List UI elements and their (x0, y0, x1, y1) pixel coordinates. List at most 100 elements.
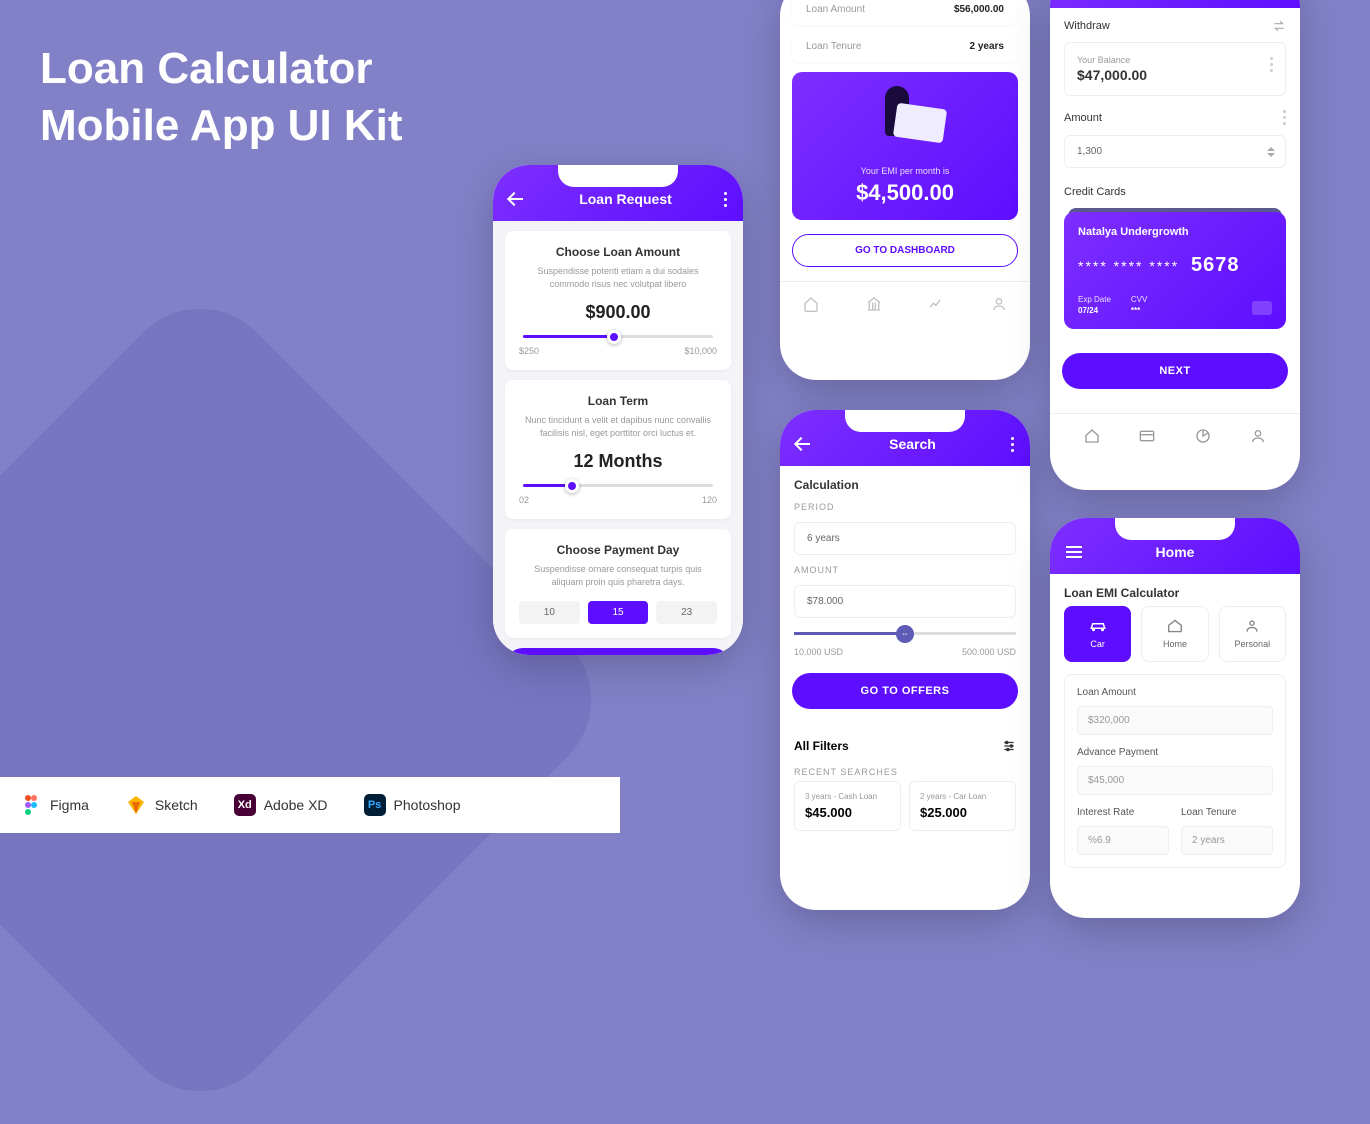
recent-item[interactable]: 2 years - Car Loan $25.000 (909, 781, 1016, 831)
figma-icon (20, 794, 42, 816)
header-title: Loan Request (527, 191, 724, 207)
screen-home: Home Loan EMI Calculator Car Home Person… (1050, 518, 1300, 918)
amount-input[interactable]: $78.000 (794, 585, 1016, 618)
home-icon (1166, 619, 1184, 633)
loan-form: Loan Amount $320,000 Advance Payment $45… (1064, 674, 1286, 868)
loan-amount-value: $56,000.00 (954, 4, 1004, 15)
advance-input[interactable]: $45,000 (1077, 766, 1273, 795)
payday-option[interactable]: 15 (588, 601, 649, 624)
section-title: Loan EMI Calculator (1050, 574, 1300, 606)
amount-more-icon[interactable] (1283, 110, 1286, 125)
hero-line-2: Mobile App UI Kit (40, 97, 403, 154)
category-car[interactable]: Car (1064, 606, 1131, 662)
card-holder: Natalya Undergrowth (1078, 226, 1272, 238)
screen-profile: Profile Withdraw Your Balance $47,000.00… (1050, 0, 1300, 490)
chart-icon[interactable] (928, 296, 944, 312)
slider-thumb-icon[interactable]: ⇔ (896, 625, 914, 643)
bottom-nav (780, 281, 1030, 326)
amount-slider[interactable] (523, 335, 713, 338)
loan-amount-row: Loan Amount $56,000.00 (792, 0, 1018, 25)
category-home[interactable]: Home (1141, 606, 1208, 662)
continue-button[interactable]: CONTINUE (505, 648, 731, 655)
advance-label: Advance Payment (1077, 747, 1273, 758)
balance-label: Your Balance (1077, 55, 1273, 65)
payday-segments: 10 15 23 (519, 601, 717, 624)
rate-label: Interest Rate (1077, 807, 1169, 818)
amount-slider[interactable]: ⇔ (794, 632, 1016, 635)
emi-card: Your EMI per month is $4,500.00 (792, 72, 1018, 220)
transfer-icon[interactable] (1272, 20, 1286, 32)
offers-button[interactable]: GO TO OFFERS (792, 673, 1018, 709)
payday-option[interactable]: 10 (519, 601, 580, 624)
period-input[interactable]: 6 years (794, 522, 1016, 555)
term-desc: Nunc tincidunt a velit et dapibus nunc c… (519, 414, 717, 439)
menu-icon[interactable] (1066, 546, 1082, 558)
card-icon[interactable] (1139, 428, 1155, 444)
amount-title: Choose Loan Amount (519, 245, 717, 259)
balance-card: Your Balance $47,000.00 (1064, 42, 1286, 96)
amount-range: 10.000 USD 500.000 USD (780, 641, 1030, 663)
xd-icon: Xd (234, 794, 256, 816)
stepper-icon[interactable] (1267, 147, 1275, 157)
loan-amount-label: Loan Amount (806, 4, 865, 15)
term-max: 120 (702, 495, 717, 505)
next-button[interactable]: NEXT (1062, 353, 1288, 389)
card-chip-icon (1252, 301, 1272, 315)
home-icon[interactable] (1084, 428, 1100, 444)
term-min: 02 (519, 495, 529, 505)
recent-desc: 2 years - Car Loan (920, 792, 1005, 801)
tool-ps: Ps Photoshop (364, 794, 461, 816)
credit-card[interactable]: Natalya Undergrowth **** **** **** 5678 … (1064, 212, 1286, 329)
hero-title: Loan Calculator Mobile App UI Kit (40, 40, 403, 154)
bank-icon[interactable] (866, 296, 882, 312)
user-icon[interactable] (1250, 428, 1266, 444)
payday-title: Choose Payment Day (519, 543, 717, 557)
exp-value: 07/24 (1078, 306, 1111, 315)
amount-max: $10,000 (684, 346, 717, 356)
loan-amount-label: Loan Amount (1077, 687, 1273, 698)
card-more-icon[interactable] (1270, 57, 1273, 72)
car-icon (1089, 619, 1107, 633)
screen-emi-result: Loan Amount $56,000.00 Loan Tenure 2 yea… (780, 0, 1030, 380)
emi-illustration (855, 86, 955, 156)
more-icon[interactable] (1011, 437, 1014, 452)
user-icon[interactable] (991, 296, 1007, 312)
amount-min: $250 (519, 346, 539, 356)
sliders-icon[interactable] (1002, 739, 1016, 753)
category-row: Car Home Personal (1050, 606, 1300, 662)
period-label: PERIOD (780, 498, 1030, 516)
balance-value: $47,000.00 (1077, 67, 1273, 83)
recent-label: RECENT SEARCHES (780, 763, 1030, 781)
home-icon[interactable] (803, 296, 819, 312)
term-card: Loan Term Nunc tincidunt a velit et dapi… (505, 380, 731, 519)
recent-item[interactable]: 3 years - Cash Loan $45.000 (794, 781, 901, 831)
notch (558, 165, 678, 187)
more-icon[interactable] (724, 192, 727, 207)
amount-input[interactable]: 1,300 (1064, 135, 1286, 168)
back-icon[interactable] (796, 437, 814, 451)
sketch-label: Sketch (155, 797, 198, 813)
figma-label: Figma (50, 797, 89, 813)
term-slider[interactable] (523, 484, 713, 487)
withdraw-label: Withdraw (1064, 20, 1110, 32)
back-icon[interactable] (509, 192, 527, 206)
emi-label: Your EMI per month is (792, 166, 1018, 176)
recent-searches: 3 years - Cash Loan $45.000 2 years - Ca… (780, 781, 1030, 831)
loan-amount-input[interactable]: $320,000 (1077, 706, 1273, 735)
rate-input[interactable]: %6.9 (1077, 826, 1169, 855)
amount-label: Amount (1064, 112, 1102, 124)
pie-icon[interactable] (1195, 428, 1211, 444)
category-personal[interactable]: Personal (1219, 606, 1286, 662)
cvv-label: CVV (1131, 295, 1147, 304)
tenure-input[interactable]: 2 years (1181, 826, 1273, 855)
tool-sketch: Sketch (125, 794, 198, 816)
cat-label: Personal (1224, 639, 1281, 649)
hero-line-1: Loan Calculator (40, 40, 403, 97)
cat-label: Home (1146, 639, 1203, 649)
loan-tenure-value: 2 years (970, 41, 1004, 52)
recent-desc: 3 years - Cash Loan (805, 792, 890, 801)
bottom-nav (1050, 413, 1300, 458)
dashboard-button[interactable]: GO TO DASHBOARD (792, 234, 1018, 267)
filters-row: All Filters (780, 729, 1030, 763)
payday-option[interactable]: 23 (656, 601, 717, 624)
